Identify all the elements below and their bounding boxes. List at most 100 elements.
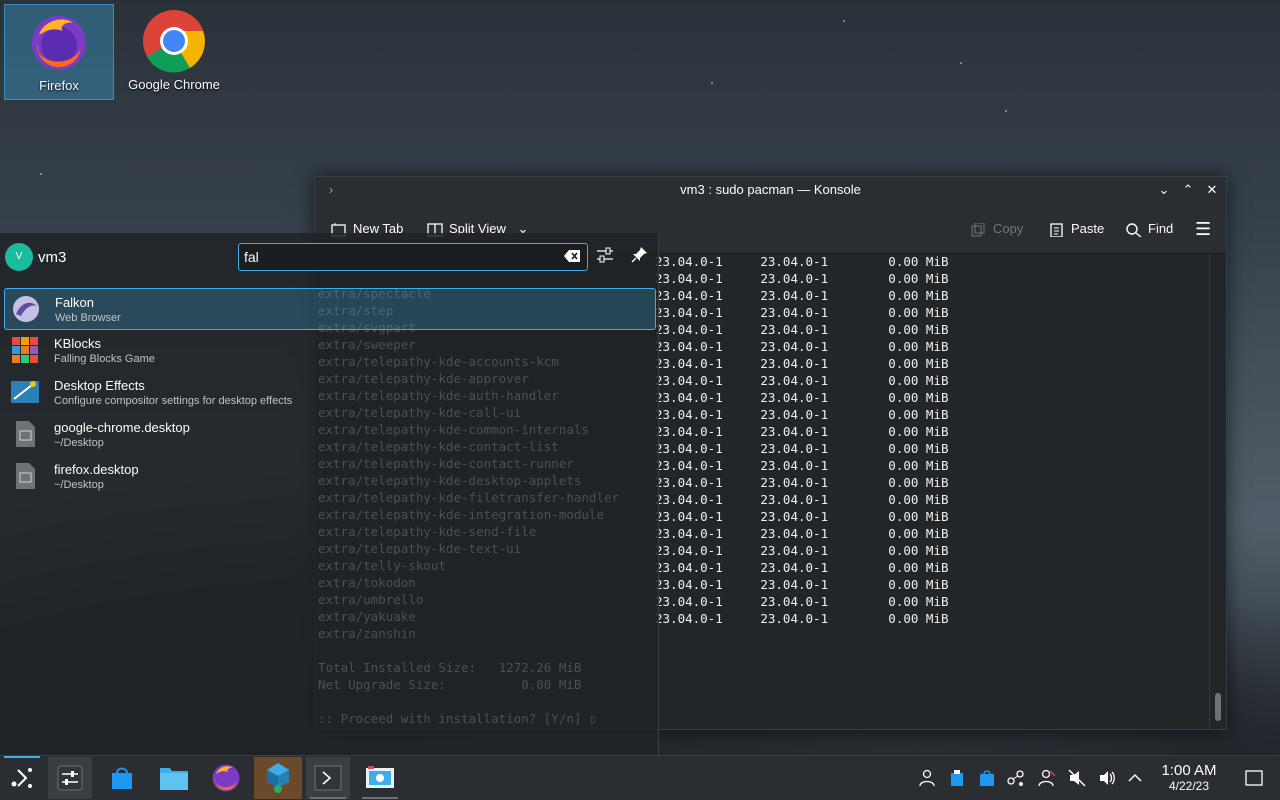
terminal-row: 23.04.0-1 23.04.0-1 0.00 MiB	[655, 356, 949, 371]
ghost-package-name: extra/tokodon	[318, 575, 416, 590]
user-name: vm3	[38, 249, 67, 266]
terminal-row: 23.04.0-1 23.04.0-1 0.00 MiB	[655, 560, 949, 575]
firefox-icon	[32, 16, 86, 70]
close-button[interactable]: ✕	[1200, 177, 1224, 203]
paste-button[interactable]: Paste	[1049, 219, 1104, 239]
terminal-row: 23.04.0-1 23.04.0-1 0.00 MiB	[655, 254, 949, 269]
konsole-app-icon[interactable]: ›	[319, 177, 343, 203]
ghost-total-installed: Total Installed Size: 1272.26 MiB	[318, 660, 582, 675]
ghost-package-name: extra/telly-skout	[318, 558, 446, 573]
active-indicator	[310, 797, 346, 799]
active-indicator	[362, 797, 398, 799]
desktop-file-icon	[16, 421, 35, 447]
volume-icon[interactable]	[1098, 769, 1116, 787]
search-field[interactable]	[238, 243, 588, 271]
desktop-icon-firefox[interactable]: Firefox	[4, 4, 114, 100]
result-description: Configure compositor settings for deskto…	[54, 395, 293, 407]
taskbar-spectacle[interactable]	[358, 757, 402, 799]
terminal-row: 23.04.0-1 23.04.0-1 0.00 MiB	[655, 458, 949, 473]
expand-arrow-icon[interactable]	[1127, 769, 1143, 787]
launcher-header: V vm3	[0, 233, 658, 283]
vault-icon[interactable]	[948, 769, 966, 787]
mute-icon[interactable]	[1068, 769, 1086, 787]
find-button[interactable]: Find	[1126, 219, 1173, 239]
maximize-button[interactable]: ⌃	[1176, 177, 1200, 203]
search-input[interactable]	[244, 247, 544, 267]
desktop-effects-icon	[11, 381, 39, 403]
clock-date: 4/22/23	[1168, 779, 1210, 793]
terminal-row: 23.04.0-1 23.04.0-1 0.00 MiB	[655, 509, 949, 524]
konsole-icon	[314, 765, 342, 791]
kdeconnect-icon[interactable]	[1007, 769, 1025, 787]
installer-icon	[267, 763, 289, 793]
result-description: ~/Desktop	[54, 479, 104, 491]
kblocks-icon	[12, 337, 38, 363]
discover-icon	[112, 767, 132, 789]
falkon-icon	[13, 296, 39, 322]
terminal-row: 23.04.0-1 23.04.0-1 0.00 MiB	[655, 271, 949, 286]
terminal-row: 23.04.0-1 23.04.0-1 0.00 MiB	[655, 288, 949, 303]
network-icon[interactable]	[1038, 769, 1056, 787]
terminal-row: 23.04.0-1 23.04.0-1 0.00 MiB	[655, 390, 949, 405]
paste-label: Paste	[1071, 221, 1105, 236]
system-settings-icon	[57, 765, 83, 791]
result-kblocks[interactable]: KBlocks Falling Blocks Game	[4, 330, 654, 370]
result-description: ~/Desktop	[54, 437, 104, 449]
spectacle-icon	[366, 766, 394, 788]
taskbar-system-settings[interactable]	[48, 757, 92, 799]
chrome-icon	[143, 10, 205, 73]
copy-icon	[971, 222, 985, 237]
ghost-proceed-prompt: :: Proceed with installation? [Y/n] ▯	[318, 711, 597, 726]
title-bar[interactable]: › vm3 : sudo pacman — Konsole ⌄ ⌃ ✕	[315, 177, 1226, 203]
terminal-row: 23.04.0-1 23.04.0-1 0.00 MiB	[655, 577, 949, 592]
taskbar-discover[interactable]	[100, 757, 144, 799]
search-icon	[1126, 222, 1142, 237]
result-name: firefox.desktop	[54, 462, 139, 477]
result-firefox-desktop[interactable]: firefox.desktop ~/Desktop	[4, 456, 654, 496]
terminal-row: 23.04.0-1 23.04.0-1 0.00 MiB	[655, 373, 949, 388]
app-launcher-button[interactable]	[0, 756, 44, 799]
pin-icon[interactable]	[631, 246, 648, 263]
user-icon[interactable]	[918, 769, 936, 787]
scrollbar[interactable]	[1209, 254, 1226, 729]
result-name: google-chrome.desktop	[54, 420, 190, 435]
desktop-icon-google-chrome[interactable]: Google Chrome	[120, 4, 228, 98]
result-desktop-effects[interactable]: Desktop Effects Configure compositor set…	[4, 372, 654, 412]
result-google-chrome-desktop[interactable]: google-chrome.desktop ~/Desktop	[4, 414, 654, 454]
terminal-row: 23.04.0-1 23.04.0-1 0.00 MiB	[655, 526, 949, 541]
terminal-row: 23.04.0-1 23.04.0-1 0.00 MiB	[655, 594, 949, 609]
result-description: Web Browser	[55, 312, 121, 324]
clock[interactable]: 1:00 AM 4/22/23	[1152, 762, 1226, 793]
taskbar-konsole[interactable]	[306, 757, 350, 799]
taskbar-firefox[interactable]	[204, 757, 248, 799]
clock-time: 1:00 AM	[1161, 762, 1217, 779]
terminal-row: 23.04.0-1 23.04.0-1 0.00 MiB	[655, 424, 949, 439]
window-title: vm3 : sudo pacman — Konsole	[680, 182, 861, 197]
avatar[interactable]: V	[5, 243, 33, 271]
ghost-package-name: extra/zanshin	[318, 626, 416, 641]
terminal-row: 23.04.0-1 23.04.0-1 0.00 MiB	[655, 322, 949, 337]
terminal-row: 23.04.0-1 23.04.0-1 0.00 MiB	[655, 475, 949, 490]
app-launcher-icon	[11, 768, 32, 788]
show-desktop-icon[interactable]	[1245, 769, 1263, 787]
minimize-button[interactable]: ⌄	[1152, 177, 1176, 203]
ghost-package-name: extra/umbrello	[318, 592, 424, 607]
terminal-row: 23.04.0-1 23.04.0-1 0.00 MiB	[655, 543, 949, 558]
desktop-file-icon	[16, 463, 35, 489]
configure-icon[interactable]	[596, 246, 614, 264]
terminal-row: 23.04.0-1 23.04.0-1 0.00 MiB	[655, 407, 949, 422]
updates-icon[interactable]	[978, 769, 996, 787]
hamburger-menu-icon[interactable]: ☰	[1195, 219, 1211, 239]
ghost-net-upgrade: Net Upgrade Size: 0.00 MiB	[318, 677, 582, 692]
result-falkon[interactable]: Falkon Web Browser	[4, 288, 656, 330]
clear-search-icon[interactable]	[564, 249, 581, 263]
taskbar-installer[interactable]	[254, 757, 302, 799]
paste-icon	[1050, 222, 1063, 237]
terminal-row: 23.04.0-1 23.04.0-1 0.00 MiB	[655, 339, 949, 354]
ghost-package-name: extra/telepathy-kde-send-file	[318, 524, 537, 539]
scrollbar-thumb[interactable]	[1215, 693, 1221, 721]
copy-button[interactable]: Copy	[971, 219, 1023, 239]
ghost-package-name: extra/telepathy-kde-text-ui	[318, 541, 522, 556]
dolphin-icon	[160, 768, 188, 790]
taskbar-dolphin[interactable]	[152, 757, 196, 799]
